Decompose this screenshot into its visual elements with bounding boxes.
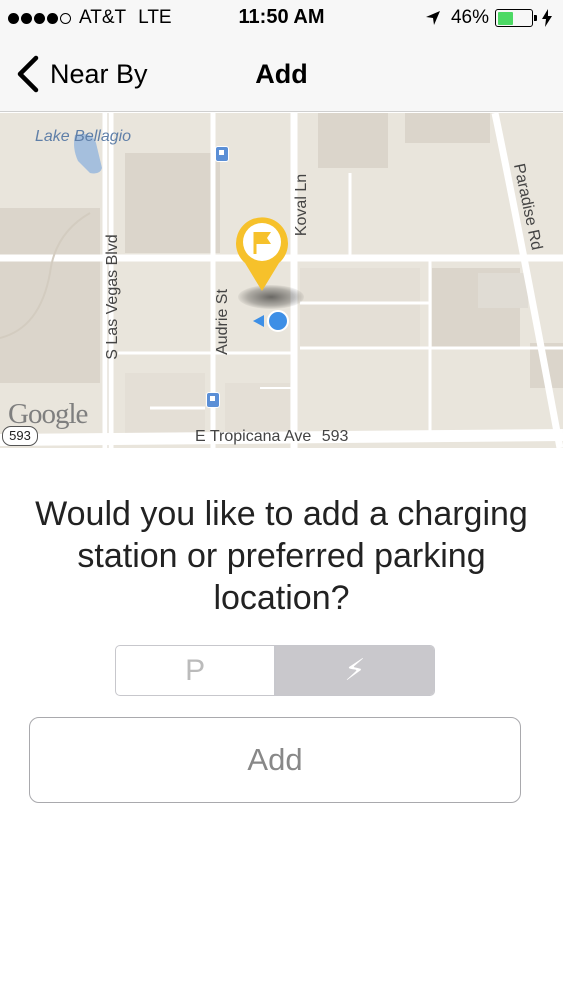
battery-icon [495, 9, 537, 27]
map-label-tropicana: E Tropicana Ave 593 [195, 428, 348, 446]
status-right: 46% [425, 7, 553, 29]
chevron-left-icon [17, 55, 39, 93]
back-label: Near By [50, 58, 148, 89]
battery-percent: 46% [450, 7, 489, 28]
flag-pin-icon[interactable] [231, 215, 293, 293]
add-button[interactable]: Add [29, 717, 521, 803]
navigation-bar: Near By Add [0, 38, 563, 112]
type-segmented-control: P ⚡ [115, 645, 435, 696]
segment-parking[interactable]: P [116, 646, 274, 695]
bus-stop-icon[interactable] [215, 146, 229, 162]
map-label-audrie-st: Audrie St [214, 289, 231, 355]
map-label-koval-ln: Koval Ln [293, 173, 310, 237]
add-button-label: Add [247, 742, 303, 777]
map-label-lake: Lake Bellagio [35, 128, 132, 145]
lightning-bolt-icon: ⚡ [344, 654, 366, 687]
map-label-tropicana-name: E Tropicana Ave [195, 428, 312, 445]
battery-level [497, 11, 513, 25]
question-text: Would you like to add a charging station… [35, 495, 528, 617]
status-bar: AT&T LTE 11:50 AM 46% [0, 0, 563, 38]
location-arrow-icon [425, 11, 440, 25]
bus-stop-icon[interactable] [206, 392, 220, 408]
parking-icon: P [185, 653, 206, 687]
back-button[interactable]: Near By [12, 54, 148, 94]
google-logo: Google [8, 398, 88, 430]
charging-bolt-icon [542, 9, 552, 27]
user-location-icon [253, 310, 289, 332]
map-view[interactable]: Lake Bellagio S Las Vegas Blvd Audrie St… [0, 113, 563, 448]
map-label-tropicana-number: 593 [321, 428, 349, 445]
segment-charging[interactable]: ⚡ [275, 646, 434, 695]
map-label-las-vegas-blvd: S Las Vegas Blvd [104, 234, 121, 360]
